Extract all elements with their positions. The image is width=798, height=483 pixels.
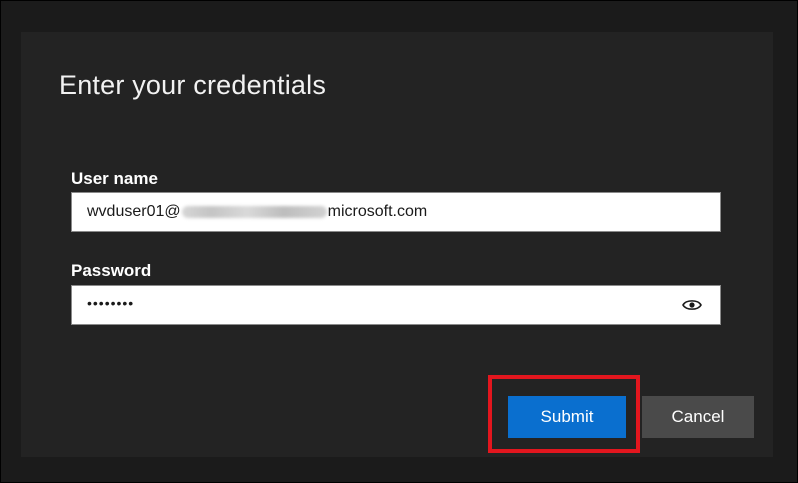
username-value-prefix: wvduser01@	[87, 203, 181, 220]
credentials-dialog: Enter your credentials User name wvduser…	[21, 32, 773, 457]
username-value: wvduser01@ microsoft.com	[87, 203, 427, 221]
password-value: ••••••••	[87, 295, 135, 311]
redacted-text	[181, 205, 327, 218]
password-label: Password	[71, 261, 152, 280]
password-field[interactable]: ••••••••	[71, 285, 721, 325]
cancel-button[interactable]: Cancel	[642, 396, 754, 438]
username-value-suffix: microsoft.com	[327, 203, 428, 220]
username-label: User name	[71, 169, 158, 188]
dialog-title: Enter your credentials	[59, 70, 327, 100]
eye-icon[interactable]	[682, 298, 702, 312]
username-field[interactable]: wvduser01@ microsoft.com	[71, 192, 721, 232]
submit-button[interactable]: Submit	[508, 396, 626, 438]
